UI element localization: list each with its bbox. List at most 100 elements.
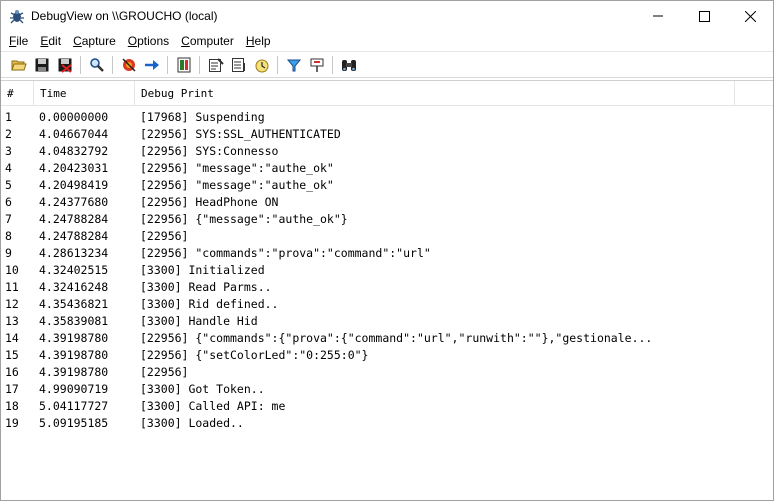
list-item[interactable]: 10 4.32402515 [3300] Initialized (1, 262, 773, 279)
menu-options[interactable]: Options (122, 34, 175, 48)
window-title: DebugView on \\GROUCHO (local) (31, 9, 218, 23)
clear-display-button[interactable] (172, 54, 195, 76)
row-message: [22956] (140, 229, 189, 243)
row-message: [3300] Rid defined.. (140, 297, 279, 311)
list-item[interactable]: 17 4.99090719 [3300] Got Token.. (1, 381, 773, 398)
list-item[interactable]: 6 4.24377680 [22956] HeadPhone ON (1, 194, 773, 211)
toolbar (1, 51, 773, 78)
row-message: [3300] Called API: me (140, 399, 286, 413)
list-item[interactable]: 4 4.20423031 [22956] "message":"authe_ok" (1, 160, 773, 177)
filter-button[interactable] (204, 54, 227, 76)
menu-computer[interactable]: Computer (175, 34, 240, 48)
row-message: [22956] SYS:Connesso (140, 144, 279, 158)
highlight-button[interactable] (227, 54, 250, 76)
list-item[interactable]: 13 4.35839081 [3300] Handle Hid (1, 313, 773, 330)
maximize-icon (698, 10, 710, 22)
save-button[interactable] (30, 54, 53, 76)
list-item[interactable]: 3 4.04832792 [22956] SYS:Connesso (1, 143, 773, 160)
find-binoculars-button[interactable] (337, 54, 360, 76)
close-button[interactable] (727, 1, 773, 31)
list-item[interactable]: 9 4.28613234 [22956] "commands":"prova":"c… (1, 245, 773, 262)
maximize-button[interactable] (681, 1, 727, 31)
row-number: 13 (5, 314, 19, 328)
list-item[interactable]: 8 4.24788284 [22956] (1, 228, 773, 245)
search-binoculars-icon (341, 59, 356, 71)
row-number: 9 (5, 246, 12, 260)
highlight-icon (231, 57, 245, 72)
menu-help[interactable]: Help (240, 34, 277, 48)
row-number: 4 (5, 161, 12, 175)
row-time: 4.32402515 (39, 263, 109, 277)
clear-icon (58, 58, 72, 73)
list-item[interactable]: 7 4.24788284 [22956] {"message":"authe_ok"… (1, 211, 773, 228)
row-number: 19 (5, 416, 19, 430)
clear-display-icon (177, 57, 190, 72)
row-message: [3300] Initialized (140, 263, 265, 277)
column-header-number[interactable]: # (1, 81, 34, 105)
toolbar-separator (199, 55, 200, 74)
row-message: [3300] Read Parms.. (140, 280, 272, 294)
row-time: 4.04667044 (39, 127, 109, 141)
row-time: 4.35436821 (39, 297, 109, 311)
open-icon (10, 60, 27, 70)
list-item[interactable]: 5 4.20498419 [22956] "message":"authe_ok" (1, 177, 773, 194)
autoscroll-button[interactable] (140, 54, 163, 76)
bug-app-icon (10, 10, 24, 24)
row-time: 4.39198780 (39, 331, 109, 345)
list-item[interactable]: 15 4.39198780 [22956] {"setColorLed":"0:25… (1, 347, 773, 364)
list-item[interactable]: 11 4.32416248 [3300] Read Parms.. (1, 279, 773, 296)
window-button[interactable] (282, 54, 305, 76)
clock-icon (255, 59, 268, 72)
row-time: 0.00000000 (39, 110, 109, 124)
row-number: 1 (5, 110, 12, 124)
row-message: [3300] Loaded.. (140, 416, 244, 430)
toolbar-separator (80, 55, 81, 74)
row-time: 4.24788284 (39, 229, 109, 243)
row-time: 4.24788284 (39, 212, 109, 226)
row-time: 4.39198780 (39, 348, 109, 362)
debug-output-list[interactable]: # Time Debug Print 1 0.00000000 [17968] Su… (1, 80, 773, 500)
list-item[interactable]: 14 4.39198780 [22956] {"commands":{"prova"… (1, 330, 773, 347)
list-item[interactable]: 2 4.04667044 [22956] SYS:SSL_AUTHENTICATED (1, 126, 773, 143)
row-message: [22956] (140, 365, 189, 379)
list-item[interactable]: 16 4.39198780 [22956] (1, 364, 773, 381)
menu-file[interactable]: File (3, 34, 34, 48)
row-message: [22956] SYS:SSL_AUTHENTICATED (140, 127, 341, 141)
minimize-button[interactable] (635, 1, 681, 31)
menu-capture[interactable]: Capture (67, 34, 122, 48)
column-header-time[interactable]: Time (34, 81, 135, 105)
bookmark-button[interactable] (305, 54, 328, 76)
row-message: [22956] "commands":"prova":"command":"ur… (140, 246, 431, 260)
open-button[interactable] (7, 54, 30, 76)
row-number: 14 (5, 331, 19, 345)
find-icon (89, 57, 104, 72)
column-header-debug-print[interactable]: Debug Print (135, 81, 735, 105)
row-number: 5 (5, 178, 12, 192)
clear-log-button[interactable] (53, 54, 76, 76)
rows-container: 1 0.00000000 [17968] Suspending 2 4.0466704… (1, 106, 773, 432)
row-time: 4.99090719 (39, 382, 109, 396)
row-time: 5.09195185 (39, 416, 109, 430)
list-item[interactable]: 19 5.09195185 [3300] Loaded.. (1, 415, 773, 432)
row-time: 4.32416248 (39, 280, 109, 294)
list-item[interactable]: 12 4.35436821 [3300] Rid defined.. (1, 296, 773, 313)
row-number: 3 (5, 144, 12, 158)
row-time: 4.24377680 (39, 195, 109, 209)
row-number: 16 (5, 365, 19, 379)
history-button[interactable] (250, 54, 273, 76)
find-button[interactable] (85, 54, 108, 76)
row-number: 12 (5, 297, 19, 311)
toolbar-separator (167, 55, 168, 74)
toolbar-separator (112, 55, 113, 74)
row-message: [22956] "message":"authe_ok" (140, 161, 334, 175)
row-time: 4.20423031 (39, 161, 109, 175)
capture-button[interactable] (117, 54, 140, 76)
list-item[interactable]: 1 0.00000000 [17968] Suspending (1, 109, 773, 126)
row-number: 7 (5, 212, 12, 226)
title-bar[interactable]: DebugView on \\GROUCHO (local) (1, 1, 773, 31)
row-number: 10 (5, 263, 19, 277)
row-message: [3300] Handle Hid (140, 314, 258, 328)
list-item[interactable]: 18 5.04117727 [3300] Called API: me (1, 398, 773, 415)
menu-edit[interactable]: Edit (34, 34, 67, 48)
row-number: 18 (5, 399, 19, 413)
